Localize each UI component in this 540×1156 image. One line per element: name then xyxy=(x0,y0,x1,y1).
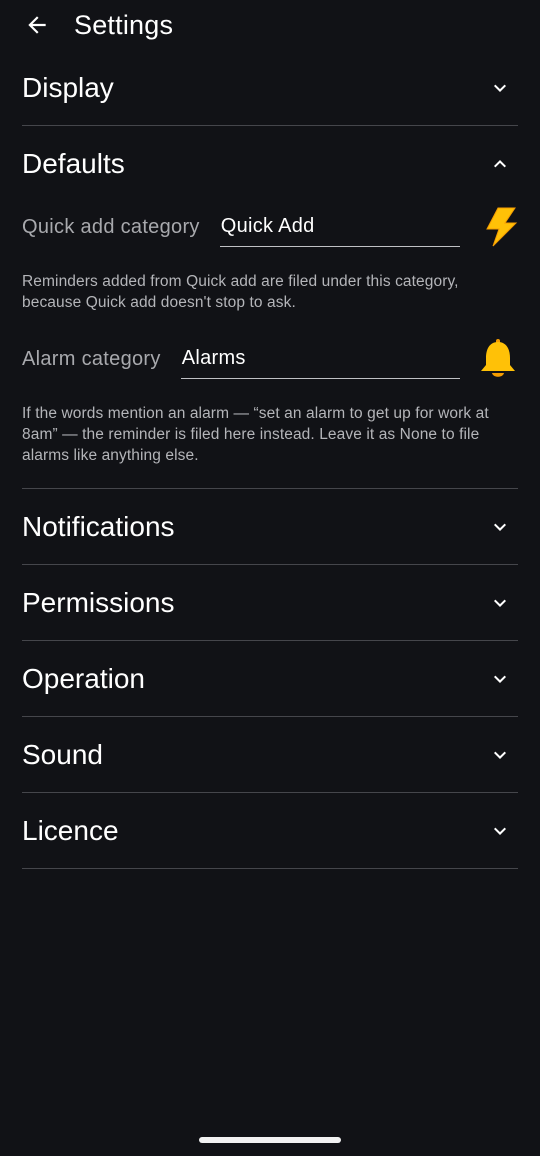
section-permissions: Permissions xyxy=(22,565,518,641)
section-permissions-header[interactable]: Permissions xyxy=(22,565,518,640)
back-button[interactable] xyxy=(22,10,52,40)
chevron-down-icon xyxy=(488,76,512,100)
section-title: Notifications xyxy=(22,510,175,542)
section-licence: Licence xyxy=(22,793,518,869)
section-display-header[interactable]: Display xyxy=(22,50,518,125)
section-title: Permissions xyxy=(22,586,175,618)
section-defaults: Defaults Quick add category Quick Add Re… xyxy=(22,126,518,489)
quick-add-help-text: Reminders added from Quick add are filed… xyxy=(22,273,459,311)
chevron-down-icon xyxy=(488,515,512,539)
lightning-bolt-icon[interactable] xyxy=(460,207,518,247)
arrow-left-icon xyxy=(28,16,46,34)
section-title: Operation xyxy=(22,662,145,694)
section-sound-header[interactable]: Sound xyxy=(22,717,518,792)
section-title: Sound xyxy=(22,738,103,770)
alarm-category-row: Alarm category Alarms xyxy=(22,333,518,385)
bell-icon[interactable] xyxy=(460,338,518,380)
section-defaults-header[interactable]: Defaults xyxy=(22,126,518,201)
section-title: Display xyxy=(22,71,114,103)
alarm-category-label: Alarm category xyxy=(22,347,161,370)
section-notifications: Notifications xyxy=(22,489,518,565)
quick-add-category-field[interactable]: Quick Add xyxy=(219,207,460,247)
section-operation-header[interactable]: Operation xyxy=(22,641,518,716)
page-title: Settings xyxy=(74,9,174,40)
section-notifications-header[interactable]: Notifications xyxy=(22,489,518,564)
chevron-up-icon xyxy=(488,152,512,176)
chevron-down-icon xyxy=(488,591,512,615)
section-licence-header[interactable]: Licence xyxy=(22,793,518,868)
alarm-help-text: If the words mention an alarm — “set an … xyxy=(22,405,489,464)
chevron-down-icon xyxy=(488,819,512,843)
defaults-body: Quick add category Quick Add Reminders a… xyxy=(22,201,518,488)
chevron-down-icon xyxy=(488,667,512,691)
section-operation: Operation xyxy=(22,641,518,717)
quick-add-category-row: Quick add category Quick Add xyxy=(22,201,518,253)
section-display: Display xyxy=(22,50,518,126)
quick-add-category-label: Quick add category xyxy=(22,215,200,238)
section-title: Licence xyxy=(22,814,119,846)
section-sound: Sound xyxy=(22,717,518,793)
alarm-category-field[interactable]: Alarms xyxy=(180,339,460,379)
home-indicator[interactable] xyxy=(199,1137,341,1143)
chevron-down-icon xyxy=(488,743,512,767)
section-title: Defaults xyxy=(22,147,125,179)
top-app-bar: Settings xyxy=(0,0,540,50)
